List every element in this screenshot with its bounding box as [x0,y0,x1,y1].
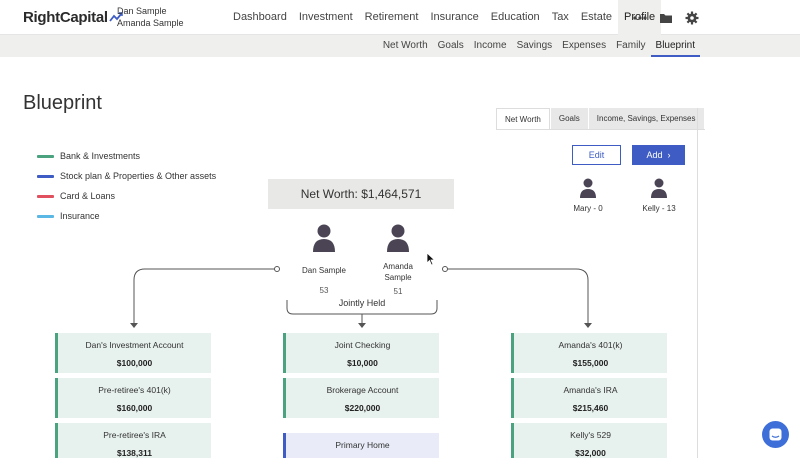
account-value: $100,000 [116,358,153,368]
chat-icon [769,428,782,441]
account-name: Dan's Investment Account [85,340,184,350]
dependent-name: Mary - 0 [573,204,603,213]
account-name: Joint Checking [334,340,391,350]
account-card[interactable]: Pre-retiree's IRA $138,311 [55,423,211,458]
dependent-name: Kelly - 13 [642,204,676,213]
account-name: Amanda's 401(k) [558,340,623,350]
account-name: Primary Home [335,440,390,450]
account-value: $160,000 [116,403,153,413]
dependent-mary[interactable]: Mary - 0 [566,178,610,214]
account-value: $220,000 [344,403,381,413]
account-name: Pre-retiree's IRA [103,430,166,440]
client-dan[interactable]: Dan Sample 53 [294,224,354,295]
account-card[interactable]: Dan's Investment Account $100,000 [55,333,211,373]
account-name: Kelly's 529 [570,430,611,440]
account-value: $215,460 [572,403,609,413]
property-card[interactable]: Primary Home [283,433,439,458]
account-card[interactable]: Kelly's 529 $32,000 [511,423,667,458]
account-value: $32,000 [575,448,606,458]
account-card[interactable]: Brokerage Account $220,000 [283,378,439,418]
client-amanda[interactable]: Amanda Sample 51 [373,224,423,296]
person-icon [651,178,667,198]
chat-support-button[interactable] [762,421,789,448]
jointly-held-label: Jointly Held [338,298,386,308]
person-icon [580,178,596,198]
person-icon [313,224,335,252]
client-age: 53 [319,286,329,295]
account-value: $138,311 [117,448,152,458]
client-name: Dan Sample [301,266,347,275]
account-name: Amanda's IRA [563,385,618,395]
account-card[interactable]: Joint Checking $10,000 [283,333,439,373]
account-card[interactable]: Amanda's 401(k) $155,000 [511,333,667,373]
client-name: Amanda Sample [383,262,413,282]
account-name: Brokerage Account [326,385,399,395]
person-icon [387,224,409,252]
dependent-kelly[interactable]: Kelly - 13 [636,178,682,214]
mouse-cursor-icon [426,252,436,266]
account-name: Pre-retiree's 401(k) [98,385,171,395]
account-card[interactable]: Pre-retiree's 401(k) $160,000 [55,378,211,418]
client-age: 51 [393,287,403,296]
account-value: $10,000 [347,358,378,368]
account-card[interactable]: Amanda's IRA $215,460 [511,378,667,418]
account-value: $155,000 [572,358,609,368]
